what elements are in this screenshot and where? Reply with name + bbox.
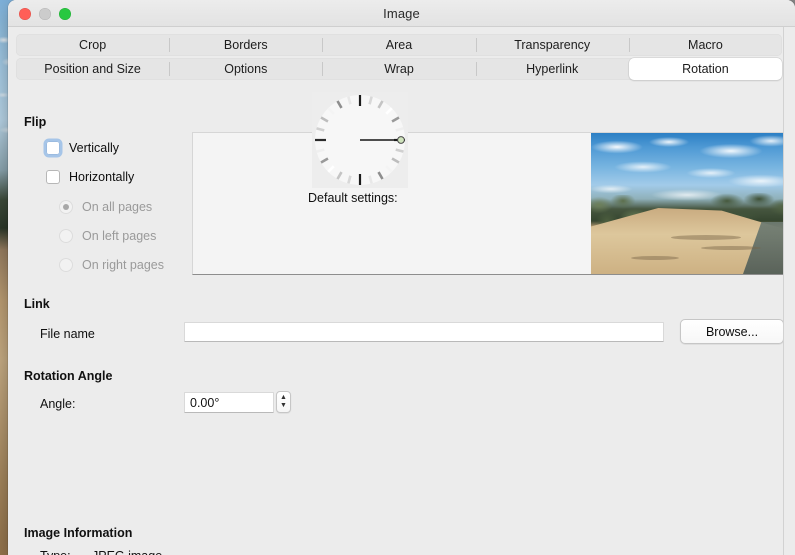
image-information-section-title: Image Information: [24, 526, 133, 540]
checkbox-row-vertically[interactable]: Vertically: [46, 141, 119, 155]
tab-area[interactable]: Area: [322, 34, 475, 56]
flip-vertically-checkbox[interactable]: [46, 141, 60, 155]
tab-label: Wrap: [384, 62, 414, 76]
on-right-pages-radio[interactable]: [59, 258, 73, 272]
dialog-page: Crop Borders Area Transparency Macro Pos…: [8, 27, 783, 555]
vertical-scrollbar[interactable]: [783, 27, 795, 555]
on-all-pages-label: On all pages: [82, 200, 153, 214]
flip-horizontally-label: Horizontally: [69, 170, 135, 184]
tab-transparency[interactable]: Transparency: [475, 34, 629, 56]
minimize-button[interactable]: [39, 7, 51, 20]
image-type-label: Type:: [40, 549, 71, 555]
flip-vertically-label: Vertically: [69, 141, 120, 155]
file-name-input[interactable]: [184, 322, 664, 342]
window-controls: [19, 0, 71, 27]
flip-section-title: Flip: [24, 115, 47, 129]
tab-label: Transparency: [514, 38, 591, 52]
stepper-up-icon[interactable]: ▲: [280, 394, 287, 402]
screen: Image Crop Borders Area Transparency Mac…: [0, 0, 795, 555]
tab-label: Area: [385, 38, 413, 52]
link-section-title: Link: [24, 297, 50, 311]
zoom-button[interactable]: [59, 7, 71, 20]
tab-hyperlink[interactable]: Hyperlink: [475, 58, 629, 80]
tab-macro[interactable]: Macro: [628, 34, 782, 56]
angle-stepper[interactable]: ▲ ▼: [276, 391, 291, 413]
flip-horizontally-checkbox[interactable]: [46, 170, 60, 184]
default-settings-label: Default settings:: [308, 191, 398, 205]
on-left-pages-label: On left pages: [82, 229, 157, 243]
tab-label: Position and Size: [44, 62, 141, 76]
file-name-label: File name: [40, 327, 95, 341]
rotation-panel: Flip Vertically Horizontally On all page…: [8, 84, 783, 555]
tab-options[interactable]: Options: [169, 58, 322, 80]
window-body: Crop Borders Area Transparency Macro Pos…: [8, 27, 795, 555]
on-right-pages-label: On right pages: [82, 258, 164, 272]
checkbox-row-horizontally[interactable]: Horizontally: [46, 170, 134, 184]
tab-label: Hyperlink: [526, 62, 579, 76]
tab-bar-row-2: Position and Size Options Wrap Hyperlink…: [16, 58, 783, 80]
dial-handle[interactable]: [397, 136, 405, 144]
preview-sand-streak: [671, 235, 741, 240]
tab-label: Borders: [223, 38, 268, 52]
image-type-value: JPEG image: [92, 549, 162, 555]
tab-bar-row-1: Crop Borders Area Transparency Macro: [16, 34, 782, 56]
rotation-dial[interactable]: [312, 92, 408, 188]
tab-position-and-size[interactable]: Position and Size: [16, 58, 169, 80]
tab-rotation[interactable]: Rotation: [628, 58, 783, 80]
image-preview-frame: [192, 132, 783, 275]
tab-label: Macro: [688, 38, 723, 52]
tab-crop[interactable]: Crop: [16, 34, 169, 56]
tab-borders[interactable]: Borders: [169, 34, 322, 56]
tab-label: Rotation: [682, 62, 729, 76]
stepper-down-icon[interactable]: ▼: [280, 402, 287, 410]
window-title: Image: [383, 5, 420, 21]
preview-sand-streak: [701, 246, 761, 250]
rotation-angle-section-title: Rotation Angle: [24, 369, 113, 383]
radio-row-on-all-pages[interactable]: On all pages: [59, 200, 152, 214]
on-all-pages-radio[interactable]: [59, 200, 73, 214]
browse-button[interactable]: Browse...: [680, 319, 783, 344]
image-preview: [591, 133, 783, 274]
on-left-pages-radio[interactable]: [59, 229, 73, 243]
image-dialog-window: Image Crop Borders Area Transparency Mac…: [8, 0, 795, 555]
title-bar: Image: [8, 0, 795, 27]
radio-row-on-left-pages[interactable]: On left pages: [59, 229, 156, 243]
tab-label: Options: [224, 62, 268, 76]
tab-wrap[interactable]: Wrap: [322, 58, 475, 80]
preview-sand-streak: [631, 256, 679, 260]
tab-label: Crop: [79, 38, 107, 52]
angle-input[interactable]: 0.00°: [184, 392, 274, 413]
close-button[interactable]: [19, 7, 31, 20]
rotation-dial-svg[interactable]: [312, 92, 408, 188]
angle-label: Angle:: [40, 397, 76, 411]
radio-row-on-right-pages[interactable]: On right pages: [59, 258, 164, 272]
